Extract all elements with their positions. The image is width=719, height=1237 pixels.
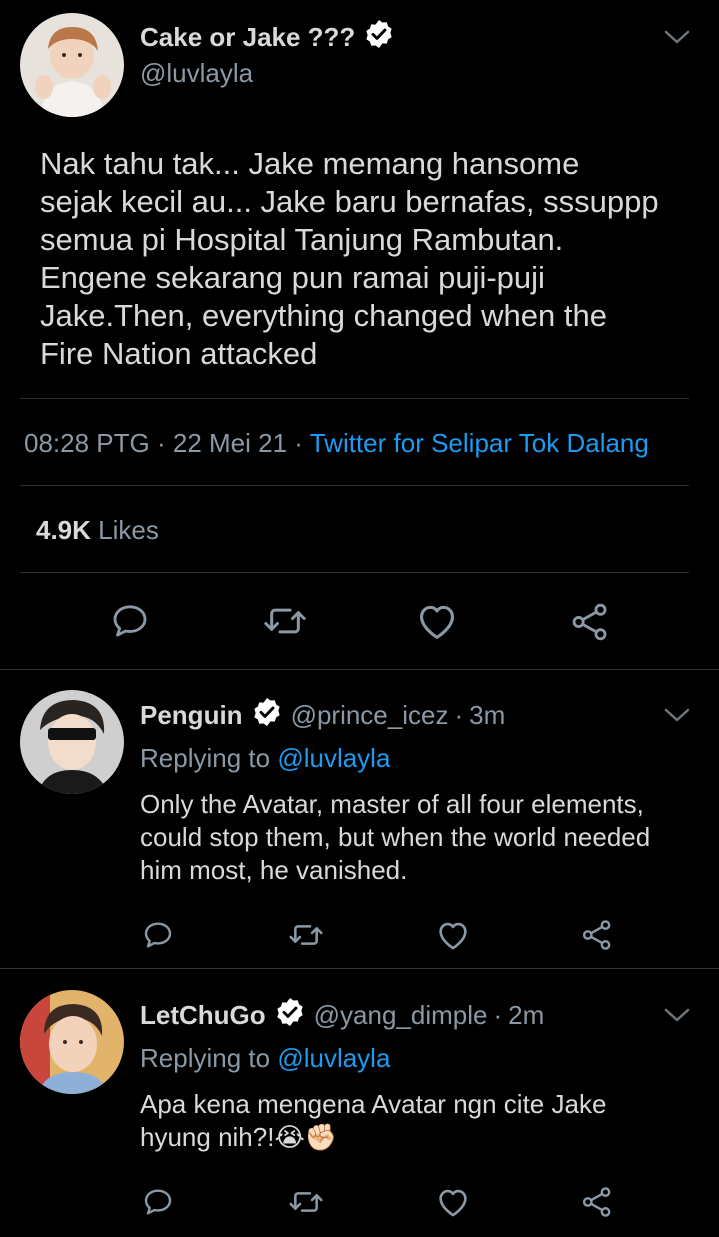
tweet-source-link[interactable]: Twitter for Selipar Tok Dalang bbox=[310, 428, 649, 458]
reply-icon[interactable] bbox=[140, 918, 176, 952]
verified-badge-icon bbox=[251, 696, 283, 735]
replying-to: Replying to @luvlayla bbox=[140, 1043, 390, 1074]
tweet-text: Apa kena mengena Avatar ngn cite Jake hy… bbox=[140, 1088, 606, 1154]
separator: · bbox=[294, 428, 303, 458]
tweet-text: Only the Avatar, master of all four elem… bbox=[140, 788, 650, 887]
tweet-text-line: Engene sekarang pun ramai puji-puji bbox=[40, 260, 545, 295]
divider bbox=[0, 669, 719, 670]
avatar[interactable] bbox=[20, 990, 124, 1094]
display-name[interactable]: Penguin bbox=[140, 700, 243, 731]
tweet-time: 08:28 PTG bbox=[24, 428, 150, 458]
tweet-date: 22 Mei 21 bbox=[172, 428, 288, 458]
retweet-icon[interactable] bbox=[286, 918, 326, 952]
replying-to-link[interactable]: @luvlayla bbox=[277, 1043, 390, 1073]
handle[interactable]: @prince_icez bbox=[291, 700, 449, 731]
chevron-down-icon[interactable] bbox=[662, 704, 692, 731]
tweet-text-line: Nak tahu tak... Jake memang hansome bbox=[40, 146, 580, 181]
verified-badge-icon bbox=[274, 996, 306, 1035]
divider bbox=[20, 572, 689, 573]
chevron-down-icon[interactable] bbox=[662, 1004, 692, 1031]
replying-to-link[interactable]: @luvlayla bbox=[277, 743, 390, 773]
avatar[interactable] bbox=[20, 690, 124, 794]
share-icon[interactable] bbox=[568, 601, 612, 643]
separator: · bbox=[454, 700, 464, 730]
replying-to-label: Replying to bbox=[140, 743, 271, 773]
tweet-text-line: him most, he vanished. bbox=[140, 855, 408, 885]
chevron-down-icon[interactable] bbox=[662, 26, 692, 53]
share-icon[interactable] bbox=[579, 1184, 615, 1220]
tweet-text-line: Apa kena mengena Avatar ngn cite Jake bbox=[140, 1089, 607, 1119]
tweet-text-line: sejak kecil au... Jake baru bernafas, ss… bbox=[40, 184, 659, 219]
handle[interactable]: @yang_dimple bbox=[314, 1000, 488, 1031]
tweet-text: Nak tahu tak... Jake memang hansome seja… bbox=[40, 145, 659, 373]
likes-summary[interactable]: 4.9K Likes bbox=[36, 515, 159, 546]
tweet-text-line: Jake.Then, everything changed when the bbox=[40, 298, 607, 333]
divider bbox=[20, 398, 689, 399]
tweet-text-line: Fire Nation attacked bbox=[40, 336, 318, 371]
separator: · bbox=[493, 1000, 503, 1030]
heart-icon[interactable] bbox=[434, 1185, 472, 1219]
display-name[interactable]: LetChuGo bbox=[140, 1000, 266, 1031]
reply-icon[interactable] bbox=[108, 601, 152, 641]
tweet-text-line: semua pi Hospital Tanjung Rambutan. bbox=[40, 222, 564, 257]
tweet-text-line: Only the Avatar, master of all four elem… bbox=[140, 789, 644, 819]
heart-icon[interactable] bbox=[414, 601, 460, 641]
avatar[interactable] bbox=[20, 13, 124, 117]
tweet-time: 3m bbox=[469, 700, 506, 730]
share-icon[interactable] bbox=[579, 917, 615, 953]
tweet-text-line: could stop them, but when the world need… bbox=[140, 822, 651, 852]
tweet-time: 2m bbox=[508, 1000, 545, 1030]
replying-to-label: Replying to bbox=[140, 1043, 271, 1073]
verified-badge-icon bbox=[363, 18, 395, 57]
replying-to: Replying to @luvlayla bbox=[140, 743, 390, 774]
tweet-meta: 08:28 PTG · 22 Mei 21 · Twitter for Seli… bbox=[24, 428, 649, 459]
divider bbox=[20, 485, 689, 486]
retweet-icon[interactable] bbox=[286, 1185, 326, 1219]
handle[interactable]: @luvlayla bbox=[140, 58, 253, 89]
display-name[interactable]: Cake or Jake ??? bbox=[140, 22, 355, 53]
divider bbox=[0, 968, 719, 969]
separator: · bbox=[156, 428, 166, 458]
reply-icon[interactable] bbox=[140, 1185, 176, 1219]
retweet-icon[interactable] bbox=[260, 601, 310, 641]
tweet-text-line: hyung nih?!😭✊🏻 bbox=[140, 1122, 338, 1152]
likes-count: 4.9K bbox=[36, 515, 91, 545]
main-tweet: Cake or Jake ??? @luvlayla Nak tahu tak.… bbox=[0, 0, 719, 670]
likes-label: Likes bbox=[98, 515, 159, 545]
heart-icon[interactable] bbox=[434, 918, 472, 952]
